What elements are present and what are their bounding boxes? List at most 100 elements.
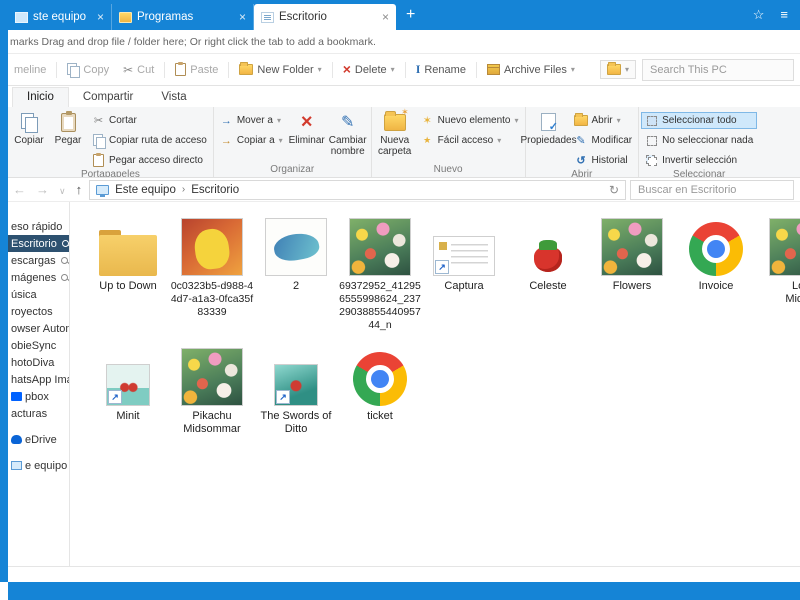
breadcrumb[interactable]: Este equipo Escritorio	[89, 179, 626, 200]
file-captura[interactable]: Captura	[422, 212, 506, 332]
sidebar-item-photodiva[interactable]: hotoDiva	[8, 354, 69, 371]
file-2[interactable]: 2	[254, 212, 338, 332]
invert-selection-button[interactable]: Invertir selección	[641, 152, 757, 169]
new-folder-label: New Folder	[257, 63, 314, 76]
copy-path-button[interactable]: Copiar ruta de acceso	[88, 132, 211, 149]
file-invoice[interactable]: Invoice	[674, 212, 758, 332]
file-celeste[interactable]: Celeste	[506, 212, 590, 332]
paste-shortcut-button[interactable]: Pegar acceso directo	[88, 152, 211, 169]
move-to-button[interactable]: Mover a	[216, 112, 287, 129]
paste-button[interactable]: Paste	[169, 59, 224, 80]
delete-button[interactable]: Delete	[337, 58, 401, 81]
new-folder-button[interactable]: New Folder	[233, 60, 327, 80]
sidebar-item-quick-access[interactable]: eso rápido	[8, 218, 69, 235]
sidebar-item-descargas[interactable]: escargas	[8, 252, 69, 269]
file-label: Up to Down	[99, 280, 157, 292]
edit-button[interactable]: Modificar	[571, 132, 637, 149]
copy-ribbon-button[interactable]: Copiar	[10, 109, 48, 169]
sidebar-item-whatsapp-images[interactable]: hatsApp Images 7	[8, 371, 69, 388]
sidebar-item-browser-automation[interactable]: owser Automatio	[8, 320, 69, 337]
whale-image-thumbnail	[265, 218, 327, 276]
explorer-search-input[interactable]	[630, 179, 794, 200]
copy-button[interactable]: Copy	[61, 59, 115, 80]
tab-escritorio-active[interactable]: Escritorio	[254, 4, 396, 30]
new-folder-ribbon-button[interactable]: Nueva carpeta	[374, 107, 416, 164]
ditto-game-thumbnail	[274, 364, 318, 406]
minit-game-thumbnail	[106, 364, 150, 406]
paste-icon	[60, 110, 76, 132]
sidebar-item-mobiesync[interactable]: obieSync	[8, 337, 69, 354]
separator	[404, 61, 406, 78]
sidebar-item-onedrive[interactable]: eDrive	[8, 431, 69, 448]
group-label-clipboard: Portapapeles	[80, 169, 140, 178]
menu-icon[interactable]	[780, 7, 788, 23]
file-label: 0c0323b5-d988-44d7-a1a3-0fca35f83339	[170, 280, 254, 318]
file-swords-of-ditto[interactable]: The Swords of Ditto	[254, 342, 338, 436]
recent-locations-icon[interactable]	[56, 182, 69, 197]
folder-icon	[99, 230, 157, 276]
file-lor-midso-clipped[interactable]: Lor Midso	[758, 212, 800, 332]
tab-este-equipo[interactable]: ste equipo	[8, 4, 112, 30]
back-arrow-icon[interactable]	[10, 182, 29, 197]
select-none-button[interactable]: No seleccionar nada	[641, 132, 757, 149]
sidebar-item-proyectos[interactable]: royectos	[8, 303, 69, 320]
tab-programas[interactable]: Programas	[112, 4, 254, 30]
bookmark-star-icon[interactable]	[753, 7, 765, 23]
select-all-button[interactable]: Seleccionar todo	[641, 112, 758, 129]
status-bar	[8, 566, 800, 582]
cut-ribbon-button[interactable]: Cortar	[88, 112, 211, 129]
sidebar-item-musica[interactable]: úsica	[8, 286, 69, 303]
sidebar-item-este-equipo[interactable]: e equipo	[8, 457, 69, 474]
file-flowers-hash[interactable]: 69372952_412956555998624_237290388554409…	[338, 212, 422, 332]
archive-files-button[interactable]: Archive Files	[481, 60, 581, 80]
history-button[interactable]: Historial	[571, 152, 637, 169]
refresh-icon[interactable]	[609, 183, 619, 197]
new-item-button[interactable]: Nuevo elemento	[417, 112, 523, 129]
close-icon[interactable]	[239, 11, 246, 23]
properties-button[interactable]: Propiedades	[520, 109, 577, 169]
copy-icon	[21, 113, 38, 133]
pin-icon	[61, 274, 69, 281]
file-pikachu-hash[interactable]: 0c0323b5-d988-44d7-a1a3-0fca35f83339	[170, 212, 254, 332]
open-button[interactable]: Abrir	[571, 112, 637, 129]
delete-ribbon-button[interactable]: Eliminar	[288, 109, 326, 164]
timeline-button[interactable]: meline	[8, 60, 52, 80]
ribbon-tab-compartir[interactable]: Compartir	[69, 88, 147, 107]
sidebar-item-dropbox[interactable]: pbox	[8, 388, 69, 405]
breadcrumb-item-este-equipo[interactable]: Este equipo	[115, 184, 176, 196]
rename-ribbon-button[interactable]: Cambiar nombre	[327, 109, 369, 164]
move-to-icon	[220, 114, 233, 127]
dropdown-caret-icon	[277, 116, 281, 125]
sidebar-item-imagenes[interactable]: mágenes	[8, 269, 69, 286]
copy-to-button[interactable]: Copiar a	[216, 132, 287, 149]
ribbon-group-organize: Mover a Copiar a Eliminar Cambiar nombre…	[212, 107, 371, 177]
breadcrumb-item-escritorio[interactable]: Escritorio	[191, 184, 239, 196]
ribbon-tab-vista[interactable]: Vista	[147, 88, 200, 107]
bookmark-bar[interactable]: marks Drag and drop file / folder here; …	[8, 30, 800, 54]
toolbar-search-input[interactable]	[642, 58, 794, 81]
search-scope-selector[interactable]	[599, 60, 636, 79]
easy-access-button[interactable]: Fácil acceso	[417, 132, 523, 149]
close-icon[interactable]	[382, 11, 389, 23]
breadcrumb-separator-icon	[182, 184, 185, 195]
properties-icon	[541, 113, 558, 133]
cut-button[interactable]: Cut	[117, 59, 160, 81]
file-pikachu-midsommar[interactable]: Pikachu Midsommar	[170, 342, 254, 436]
file-up-to-down[interactable]: Up to Down	[86, 212, 170, 332]
ribbon-tab-inicio[interactable]: Inicio	[12, 87, 69, 107]
copy-path-icon	[92, 134, 106, 149]
history-label: Historial	[591, 155, 628, 166]
sidebar-item-escritorio[interactable]: Escritorio	[8, 235, 69, 252]
file-flowers[interactable]: Flowers	[590, 212, 674, 332]
new-tab-button[interactable]	[406, 6, 415, 24]
forward-arrow-icon[interactable]	[33, 182, 52, 197]
close-icon[interactable]	[97, 11, 104, 23]
paste-ribbon-button[interactable]: Pegar	[49, 109, 87, 169]
up-arrow-icon[interactable]	[73, 182, 86, 197]
rename-button[interactable]: Rename	[410, 58, 472, 81]
file-ticket[interactable]: ticket	[338, 342, 422, 436]
rename-label: Cambiar nombre	[328, 135, 367, 157]
sidebar-item-facturas[interactable]: acturas	[8, 405, 69, 422]
tab-strip: ste equipo Programas Escritorio	[8, 4, 396, 30]
file-minit[interactable]: Minit	[86, 342, 170, 436]
